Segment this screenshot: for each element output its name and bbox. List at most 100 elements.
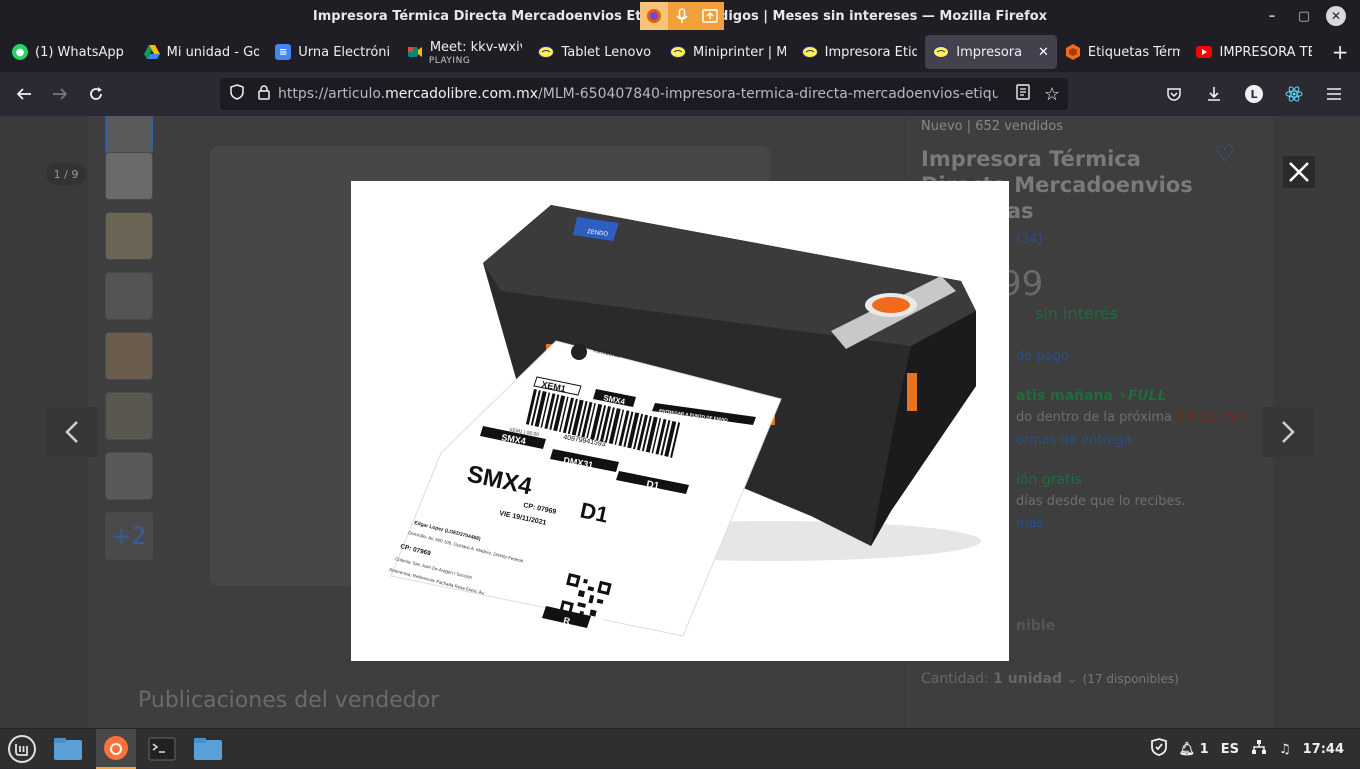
gallery-thumb[interactable] bbox=[105, 116, 153, 154]
image-counter: 1 / 9 bbox=[46, 163, 86, 185]
keyboard-layout[interactable]: ES bbox=[1221, 742, 1239, 757]
chevron-left-icon bbox=[65, 421, 78, 443]
tab-etiquetas-termicas[interactable]: Etiquetas Térm bbox=[1057, 35, 1189, 69]
taskbar-firefox[interactable] bbox=[96, 728, 136, 769]
tab-label: Mi unidad - Go bbox=[166, 44, 260, 60]
close-icon bbox=[1289, 162, 1309, 182]
back-button[interactable] bbox=[6, 76, 42, 112]
close-tab-icon[interactable]: ✕ bbox=[1038, 45, 1049, 60]
gallery-thumb[interactable] bbox=[105, 272, 153, 320]
arrow-right-icon bbox=[53, 88, 68, 100]
start-menu-button[interactable] bbox=[2, 729, 42, 769]
screen-share-icon[interactable] bbox=[696, 2, 724, 30]
tab-urna[interactable]: ≡ Urna Electróni bbox=[267, 35, 399, 69]
payment-methods-link[interactable]: de pago bbox=[1016, 349, 1069, 364]
favorite-heart-icon[interactable]: ♡ bbox=[1215, 142, 1235, 167]
mercadolibre-icon bbox=[670, 44, 687, 60]
gallery-thumb[interactable] bbox=[105, 332, 153, 380]
url-bar[interactable]: https://articulo.mercadolibre.com.mx/MLM… bbox=[220, 78, 1068, 110]
sharing-indicator[interactable] bbox=[640, 2, 724, 30]
maximize-button[interactable]: ▢ bbox=[1288, 0, 1320, 32]
tab-label: Urna Electróni bbox=[298, 44, 391, 60]
tab-meet[interactable]: Meet: kkv-wxiv PLAYING bbox=[399, 35, 531, 69]
seller-publications-heading: Publicaciones del vendedor bbox=[138, 688, 440, 713]
url-domain: mercadolibre.com.mx bbox=[385, 86, 539, 102]
avatar-icon: L bbox=[1245, 85, 1263, 103]
bookmark-star-icon[interactable]: ☆ bbox=[1044, 84, 1060, 105]
shipping-text: atis mañana bbox=[1016, 388, 1114, 404]
tracking-protection-icon[interactable] bbox=[230, 84, 244, 104]
stock-status: nible bbox=[1016, 618, 1056, 634]
next-image-button[interactable] bbox=[1263, 407, 1313, 457]
tab-label: Impresora Etiq bbox=[824, 44, 918, 60]
tab-impresora-termica[interactable]: Impresora Té ✕ bbox=[925, 35, 1057, 69]
previous-image-button[interactable] bbox=[47, 407, 97, 457]
chevron-down-icon: ⌄ bbox=[1066, 671, 1079, 687]
tab-strip: ● (1) WhatsApp Mi unidad - Go ≡ Urna Ele… bbox=[0, 32, 1360, 72]
tab-whatsapp[interactable]: ● (1) WhatsApp bbox=[4, 35, 136, 69]
react-devtools-button[interactable] bbox=[1276, 76, 1312, 112]
close-window-button[interactable]: ✕ bbox=[1320, 0, 1352, 32]
react-icon bbox=[1285, 86, 1303, 102]
microphone-icon[interactable] bbox=[668, 2, 696, 30]
downloads-button[interactable] bbox=[1196, 76, 1232, 112]
tab-youtube[interactable]: IMPRESORA TE bbox=[1188, 35, 1320, 69]
url-prefix: https://articulo. bbox=[278, 86, 386, 102]
return-detail: días desde que lo recibes. bbox=[1016, 494, 1186, 509]
forward-button[interactable] bbox=[42, 76, 78, 112]
taskbar: 🔔︎ 1 ES ♫ 17:44 bbox=[0, 728, 1360, 769]
network-icon[interactable] bbox=[1251, 739, 1267, 759]
shipping-time: do dentro de la próxima 1 h 15 min bbox=[1016, 410, 1246, 425]
reload-icon bbox=[90, 87, 102, 100]
reload-button[interactable] bbox=[78, 76, 114, 112]
show-desktop-button[interactable] bbox=[48, 729, 88, 769]
minimize-button[interactable]: – bbox=[1256, 0, 1288, 32]
chevron-right-icon bbox=[1282, 421, 1295, 443]
new-tab-button[interactable]: + bbox=[1320, 35, 1360, 69]
quantity-value: 1 unidad bbox=[993, 671, 1062, 687]
installments: sin interés bbox=[1035, 304, 1119, 323]
close-lightbox-button[interactable] bbox=[1283, 156, 1315, 188]
bell-icon: 🔔︎ bbox=[1178, 741, 1196, 757]
reader-mode-icon[interactable] bbox=[1016, 84, 1030, 104]
tab-impresora-etiq[interactable]: Impresora Etiq bbox=[794, 35, 926, 69]
sound-icon[interactable]: ♫ bbox=[1279, 742, 1291, 757]
pocket-button[interactable] bbox=[1156, 76, 1192, 112]
tab-label: Tablet Lenovo bbox=[561, 44, 652, 60]
taskbar-terminal[interactable] bbox=[142, 729, 182, 769]
mercadolibre-icon bbox=[801, 44, 818, 60]
close-icon: ✕ bbox=[1326, 6, 1346, 26]
shield-icon[interactable] bbox=[1150, 738, 1167, 760]
menu-button[interactable] bbox=[1316, 76, 1352, 112]
window-titlebar: Impresora Térmica Directa Mercadoenvios … bbox=[0, 0, 1360, 32]
shipping-forms-link[interactable]: ormas de entrega bbox=[1016, 433, 1132, 448]
gallery-thumb[interactable] bbox=[105, 392, 153, 440]
hamburger-icon bbox=[1327, 88, 1341, 100]
mercadolibre-icon bbox=[933, 44, 950, 60]
clock[interactable]: 17:44 bbox=[1303, 742, 1344, 757]
review-count[interactable]: (34) bbox=[1016, 232, 1043, 247]
download-icon bbox=[1208, 87, 1220, 101]
tab-label: Meet: kkv-wxiv bbox=[429, 39, 523, 55]
shop-icon bbox=[1065, 44, 1081, 60]
tab-miniprinter[interactable]: Miniprinter | M bbox=[662, 35, 794, 69]
tab-google-drive[interactable]: Mi unidad - Go bbox=[136, 35, 268, 69]
arrow-left-icon bbox=[16, 88, 31, 100]
taskbar-files[interactable] bbox=[188, 729, 228, 769]
lock-icon[interactable] bbox=[258, 84, 270, 104]
tab-label: Impresora Té bbox=[956, 44, 1026, 60]
notifications-tray[interactable]: 🔔︎ 1 bbox=[1179, 742, 1209, 757]
whatsapp-icon: ● bbox=[12, 44, 28, 60]
account-button[interactable]: L bbox=[1236, 76, 1272, 112]
full-badge: ⚡FULL bbox=[1117, 388, 1167, 404]
folder-icon bbox=[54, 737, 82, 760]
gallery-thumb[interactable] bbox=[105, 152, 153, 200]
gallery-thumb[interactable] bbox=[105, 212, 153, 260]
tab-tablet-lenovo[interactable]: Tablet Lenovo bbox=[530, 35, 662, 69]
url-text[interactable]: https://articulo.mercadolibre.com.mx/MLM… bbox=[278, 86, 998, 102]
return-link[interactable]: mas bbox=[1016, 516, 1043, 531]
quantity-selector[interactable]: Cantidad: 1 unidad ⌄ (17 disponibles) bbox=[921, 671, 1179, 687]
thermal-printer-image: ZENDO Remitente XEM1 SMX4 ENTREGAR A PUN… bbox=[389, 205, 981, 637]
gallery-more-thumbs[interactable]: +2 bbox=[105, 512, 153, 560]
gallery-thumb[interactable] bbox=[105, 452, 153, 500]
